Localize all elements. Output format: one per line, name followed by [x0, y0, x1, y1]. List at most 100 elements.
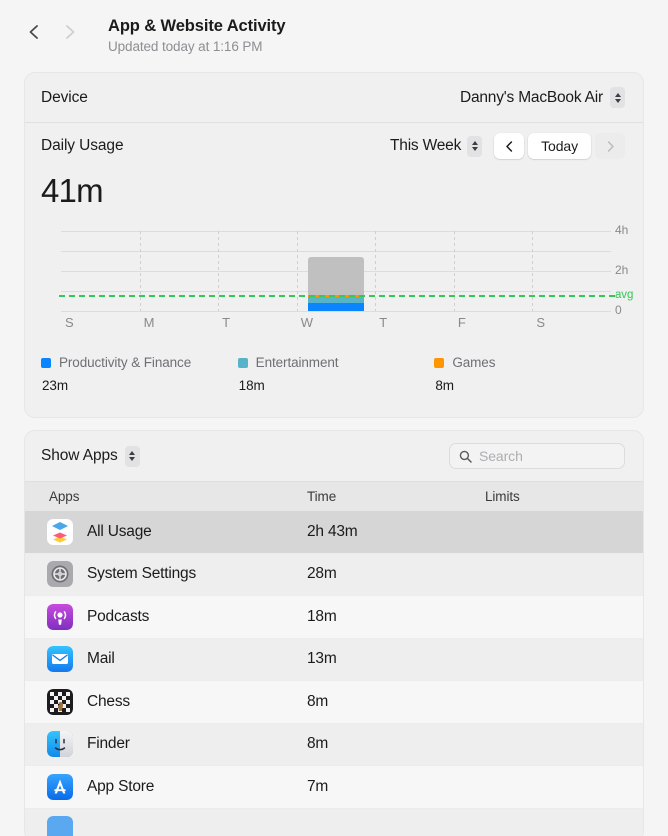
mail-icon [47, 646, 73, 672]
chevron-right-icon[interactable] [60, 22, 80, 42]
legend-item-header: Games [434, 355, 631, 370]
table-row-partial[interactable] [25, 809, 643, 836]
row-app-cell: Chess [25, 689, 307, 715]
legend-item: Entertainment 18m [238, 355, 435, 393]
row-time-value: 7m [307, 778, 485, 796]
system-settings-icon [47, 561, 73, 587]
column-header-limits[interactable]: Limits [485, 489, 643, 504]
usage-section-title: Daily Usage [41, 137, 123, 155]
chart-y-tick-label: 2h [615, 263, 628, 277]
page-header: App & Website Activity Updated today at … [0, 0, 668, 72]
chart-legend: Productivity & Finance23m Entertainment 18… [41, 355, 631, 393]
show-apps-label: Show Apps [41, 447, 118, 465]
generic-app-icon [47, 816, 73, 836]
date-nav-segmented-control: Today [494, 133, 625, 159]
table-row[interactable]: All Usage 2h 43m [25, 511, 643, 554]
device-label: Device [41, 89, 88, 107]
app-store-icon [47, 774, 73, 800]
legend-item-header: Productivity & Finance [41, 355, 238, 370]
device-selected-value: Danny's MacBook Air [460, 89, 603, 107]
chevron-left-icon [503, 140, 516, 153]
up-down-stepper-icon[interactable] [610, 87, 625, 108]
today-button[interactable]: Today [528, 133, 591, 159]
search-icon [459, 450, 472, 463]
legend-item: Productivity & Finance23m [41, 355, 238, 393]
chart-y-tick-label: 4h [615, 223, 628, 237]
legend-swatch-icon [41, 358, 51, 368]
table-row[interactable]: Podcasts18m [25, 596, 643, 639]
row-app-cell: Finder [25, 731, 307, 757]
search-placeholder: Search [479, 448, 523, 464]
chart-gridline-v [140, 231, 141, 311]
week-range-select[interactable]: This Week [390, 136, 482, 157]
legend-label: Entertainment [256, 355, 339, 370]
podcasts-icon [47, 604, 73, 630]
device-select[interactable]: Danny's MacBook Air [460, 87, 625, 108]
legend-value: 8m [434, 378, 631, 393]
chart-y-tick-label: 0 [615, 303, 622, 317]
chevron-right-icon [604, 140, 617, 153]
table-row[interactable]: System Settings28m [25, 554, 643, 597]
table-header: Apps Time Limits [25, 481, 643, 511]
up-down-stepper-icon[interactable] [467, 136, 482, 157]
row-app-name: All Usage [87, 523, 152, 541]
chart-gridline-h [61, 311, 611, 312]
next-day-button[interactable] [595, 133, 625, 159]
chevron-left-icon[interactable] [24, 22, 44, 42]
table-row[interactable]: Finder8m [25, 724, 643, 767]
legend-item: Games 8m [434, 355, 631, 393]
column-header-time[interactable]: Time [307, 489, 485, 504]
row-app-cell: Mail [25, 646, 307, 672]
usage-chart: avg02h4hSMTWTFS [25, 227, 643, 333]
chart-bar-segment [308, 303, 364, 311]
page-subtitle: Updated today at 1:16 PM [108, 37, 286, 56]
chart-x-tick-label: S [536, 315, 545, 330]
chart-bar-segment [308, 257, 364, 295]
usage-controls: This Week Today [390, 133, 625, 159]
row-time-value: 18m [307, 608, 485, 626]
chart-gridline-v [218, 231, 219, 311]
table-row[interactable]: Chess8m [25, 681, 643, 724]
chart-gridline-v [297, 231, 298, 311]
up-down-stepper-icon[interactable] [125, 446, 140, 467]
chart-x-tick-label: F [458, 315, 466, 330]
row-app-cell [25, 816, 307, 836]
all-usage-icon [47, 519, 73, 545]
chart-gridline-h [61, 231, 611, 232]
legend-value: 18m [238, 378, 435, 393]
week-range-value: This Week [390, 137, 461, 155]
show-apps-select[interactable]: Show Apps [41, 446, 140, 467]
row-app-name: Mail [87, 650, 115, 668]
previous-day-button[interactable] [494, 133, 524, 159]
apps-card: Show Apps Search Apps Time Limits All Us… [24, 430, 644, 836]
column-header-apps[interactable]: Apps [25, 489, 307, 504]
table-row[interactable]: App Store 7m [25, 766, 643, 809]
chart-bar[interactable] [308, 257, 364, 311]
apps-table-body: All Usage2h 43mSystem Settings28mPodcast… [25, 511, 643, 836]
table-row[interactable]: Mail13m [25, 639, 643, 682]
row-app-cell: System Settings [25, 561, 307, 587]
page-title: App & Website Activity [108, 16, 286, 36]
chart-gridline-v [454, 231, 455, 311]
legend-swatch-icon [434, 358, 444, 368]
legend-label: Games [452, 355, 495, 370]
chart-x-tick-label: W [301, 315, 313, 330]
nav-arrows [24, 16, 102, 42]
daily-usage-card: Device Danny's MacBook Air Daily Usage T… [24, 72, 644, 418]
chart-x-tick-label: M [144, 315, 155, 330]
chart-gridline-v [532, 231, 533, 311]
apps-header: Show Apps Search [25, 431, 643, 481]
row-app-name: App Store [87, 778, 154, 796]
row-time-value: 2h 43m [307, 523, 485, 541]
row-app-cell: App Store [25, 774, 307, 800]
row-time-value: 28m [307, 565, 485, 583]
chart-gridline-h [61, 251, 611, 252]
chart-x-tick-label: S [65, 315, 74, 330]
row-app-cell: Podcasts [25, 604, 307, 630]
row-app-name: Chess [87, 693, 130, 711]
chart-x-tick-label: T [379, 315, 387, 330]
search-input[interactable]: Search [449, 443, 625, 469]
chess-icon [47, 689, 73, 715]
chart-average-line [59, 295, 615, 297]
row-time-value: 8m [307, 735, 485, 753]
